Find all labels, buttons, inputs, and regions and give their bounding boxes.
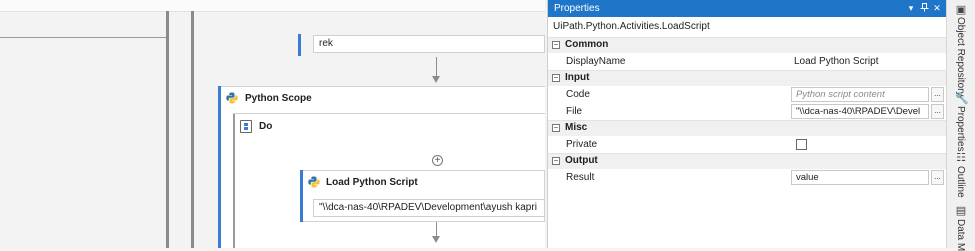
property-row-code: Code Python script content ... xyxy=(548,86,946,103)
python-scope-activity[interactable] xyxy=(218,86,545,248)
load-python-script-title: Load Python Script xyxy=(326,177,418,188)
collapse-icon[interactable]: − xyxy=(552,157,560,165)
do-sequence-border xyxy=(233,113,545,114)
add-activity-icon[interactable]: + xyxy=(432,155,443,166)
property-name: Result xyxy=(566,172,595,183)
property-name: File xyxy=(566,106,583,117)
file-ellipsis-button[interactable]: ... xyxy=(931,104,944,119)
properties-panel-header: Properties xyxy=(548,0,946,17)
properties-panel: Properties ▾ ✕ UiPath.Python.Activities.… xyxy=(547,0,946,248)
property-name: DisplayName xyxy=(566,56,626,67)
python-icon xyxy=(308,176,320,188)
category-label: Output xyxy=(565,155,598,166)
property-name: Private xyxy=(566,139,598,150)
category-common[interactable]: − Common xyxy=(548,37,946,53)
python-icon xyxy=(226,92,238,104)
category-misc[interactable]: − Misc xyxy=(548,120,946,136)
category-label: Input xyxy=(565,72,590,83)
sequence-icon xyxy=(240,120,252,133)
property-row-result: Result value ... xyxy=(548,169,946,186)
sequence-rail-inner xyxy=(191,11,194,248)
code-ellipsis-button[interactable]: ... xyxy=(931,87,944,102)
displayname-value[interactable]: Load Python Script xyxy=(794,56,879,67)
property-row-displayname: DisplayName Load Python Script xyxy=(548,53,946,70)
collapse-icon[interactable]: − xyxy=(552,41,560,49)
property-name: Code xyxy=(566,89,590,100)
activity-type-label: UiPath.Python.Activities.LoadScript xyxy=(553,21,710,32)
side-dock: ▣ Object Repository 🔧 Properties ☷ Outli… xyxy=(946,0,975,251)
pin-icon[interactable] xyxy=(919,3,929,13)
collapse-icon[interactable]: − xyxy=(552,74,560,82)
category-label: Common xyxy=(565,39,609,50)
python-scope-title: Python Scope xyxy=(245,93,312,104)
designer-canvas[interactable]: rek Python Scope Do + Load Python Script… xyxy=(0,0,545,248)
property-grid: − Common DisplayName Load Python Script … xyxy=(548,37,946,186)
connector-arrow-icon xyxy=(432,236,440,243)
connector-arrow-icon xyxy=(432,76,440,83)
activity-value-field[interactable]: rek xyxy=(313,35,545,53)
tab-object-repository[interactable]: Object Repository xyxy=(955,17,966,96)
do-sequence-rail xyxy=(233,113,235,248)
file-input[interactable]: "\\dca-nas-40\RPADEV\Devel xyxy=(791,104,929,119)
tab-properties[interactable]: Properties xyxy=(955,106,966,152)
object-repository-icon: ▣ xyxy=(955,4,967,16)
connector-line xyxy=(436,222,437,236)
result-ellipsis-button[interactable]: ... xyxy=(931,170,944,185)
tab-outline[interactable]: Outline xyxy=(955,166,966,198)
sequence-rail-outer xyxy=(166,11,169,248)
canvas-header-strip xyxy=(0,0,545,12)
close-icon[interactable]: ✕ xyxy=(932,3,942,13)
private-checkbox[interactable] xyxy=(796,139,807,150)
category-input[interactable]: − Input xyxy=(548,70,946,86)
do-sequence-title: Do xyxy=(259,121,273,132)
script-file-path-field[interactable]: "\\dca-nas-40\RPADEV\Development\ayush k… xyxy=(313,199,545,217)
tab-data-manager[interactable]: Data M xyxy=(955,219,966,251)
load-script-accent-bar xyxy=(300,170,303,222)
result-input[interactable]: value xyxy=(791,170,929,185)
property-row-private: Private xyxy=(548,136,946,153)
data-manager-icon: ▤ xyxy=(955,205,967,217)
python-scope-accent-bar xyxy=(218,86,221,248)
connector-line xyxy=(436,57,437,76)
wrench-icon: 🔧 xyxy=(955,93,969,105)
category-label: Misc xyxy=(565,122,588,133)
divider-line xyxy=(0,37,166,38)
code-input[interactable]: Python script content xyxy=(791,87,929,102)
property-row-file: File "\\dca-nas-40\RPADEV\Devel ... xyxy=(548,103,946,120)
category-output[interactable]: − Output xyxy=(548,153,946,169)
activity-accent-bar xyxy=(298,34,301,56)
outline-icon: ☷ xyxy=(956,152,966,164)
collapse-icon[interactable]: − xyxy=(552,124,560,132)
properties-panel-title: Properties xyxy=(554,3,600,14)
dropdown-icon[interactable]: ▾ xyxy=(906,3,916,13)
